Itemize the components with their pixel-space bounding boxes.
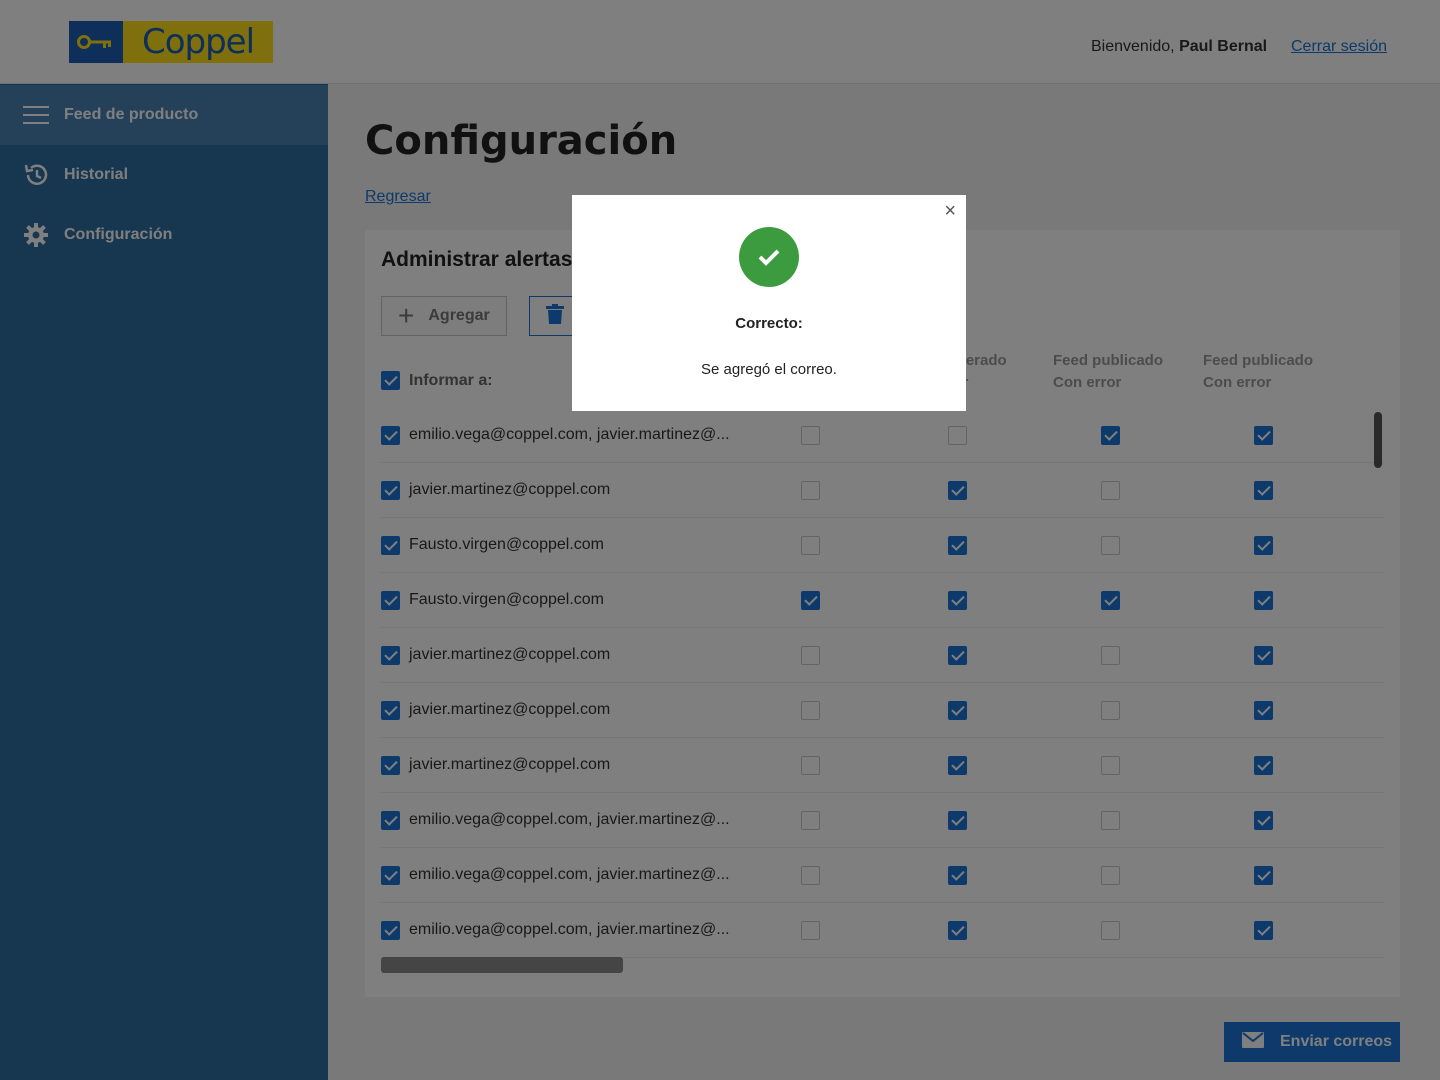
- close-icon[interactable]: ×: [944, 201, 956, 221]
- check-circle-icon: [739, 227, 799, 287]
- modal-backdrop[interactable]: [0, 0, 1440, 1080]
- dialog-title: Correcto:: [735, 315, 803, 332]
- success-dialog: × Correcto: Se agregó el correo.: [572, 195, 966, 411]
- dialog-message: Se agregó el correo.: [701, 361, 837, 378]
